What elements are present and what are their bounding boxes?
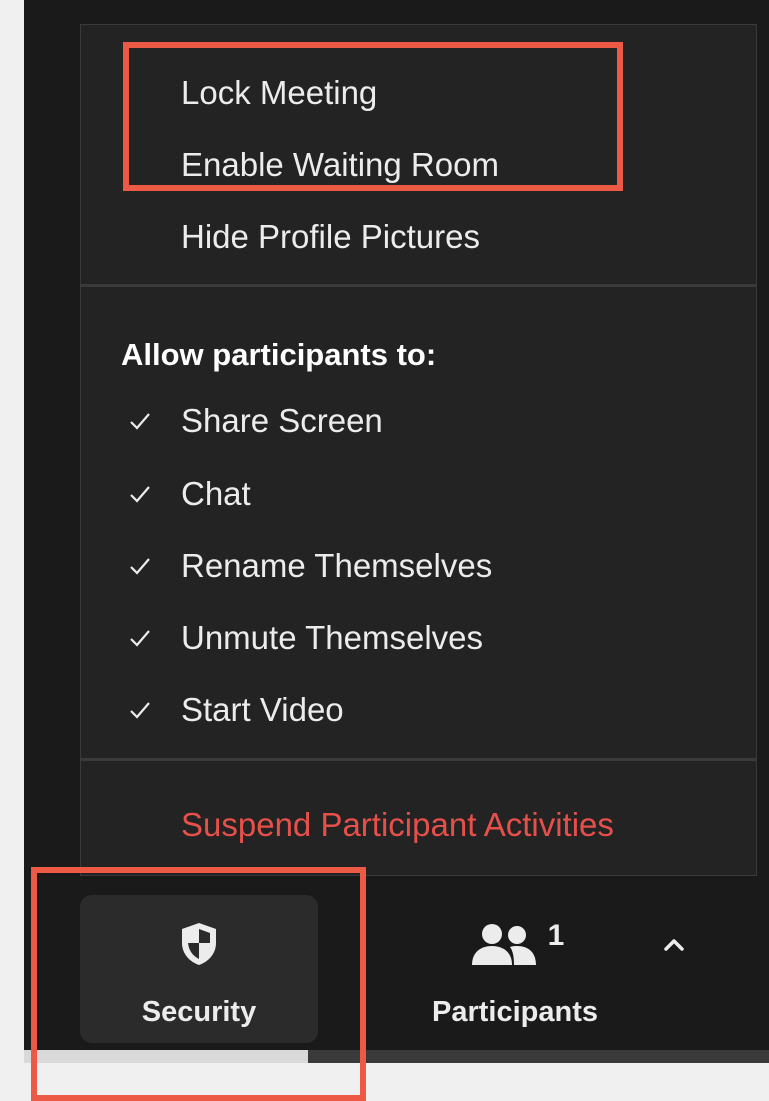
rename-themselves-label: Rename Themselves	[181, 547, 493, 584]
share-screen-label: Share Screen	[181, 402, 383, 439]
annotation-highlight-box	[123, 42, 623, 191]
check-icon	[130, 558, 150, 575]
chat-item[interactable]: Chat	[129, 472, 251, 516]
check-icon	[130, 702, 150, 719]
people-icon	[471, 924, 536, 965]
window-bottom-edge-dark	[308, 1050, 769, 1063]
caret-up-icon	[664, 939, 684, 951]
menu-divider	[81, 758, 756, 761]
rename-themselves-item[interactable]: Rename Themselves	[129, 544, 492, 588]
participants-options-button[interactable]	[654, 930, 694, 960]
allow-participants-heading: Allow participants to:	[121, 337, 437, 372]
share-screen-item[interactable]: Share Screen	[129, 399, 383, 443]
check-icon	[130, 486, 150, 503]
chat-label: Chat	[181, 475, 251, 512]
participants-button[interactable]: 1 Participants	[400, 895, 630, 1043]
participants-label: Participants	[432, 996, 598, 1028]
suspend-participant-activities-item[interactable]: Suspend Participant Activities	[181, 803, 614, 847]
start-video-item[interactable]: Start Video	[129, 688, 344, 732]
hide-profile-pictures-item[interactable]: Hide Profile Pictures	[181, 215, 480, 259]
participant-count: 1	[547, 919, 565, 952]
unmute-themselves-item[interactable]: Unmute Themselves	[129, 616, 483, 660]
annotation-highlight-box	[31, 867, 366, 1101]
menu-divider	[81, 284, 756, 287]
unmute-themselves-label: Unmute Themselves	[181, 619, 484, 656]
start-video-label: Start Video	[181, 691, 344, 728]
check-icon	[130, 413, 150, 430]
check-icon	[130, 630, 150, 647]
